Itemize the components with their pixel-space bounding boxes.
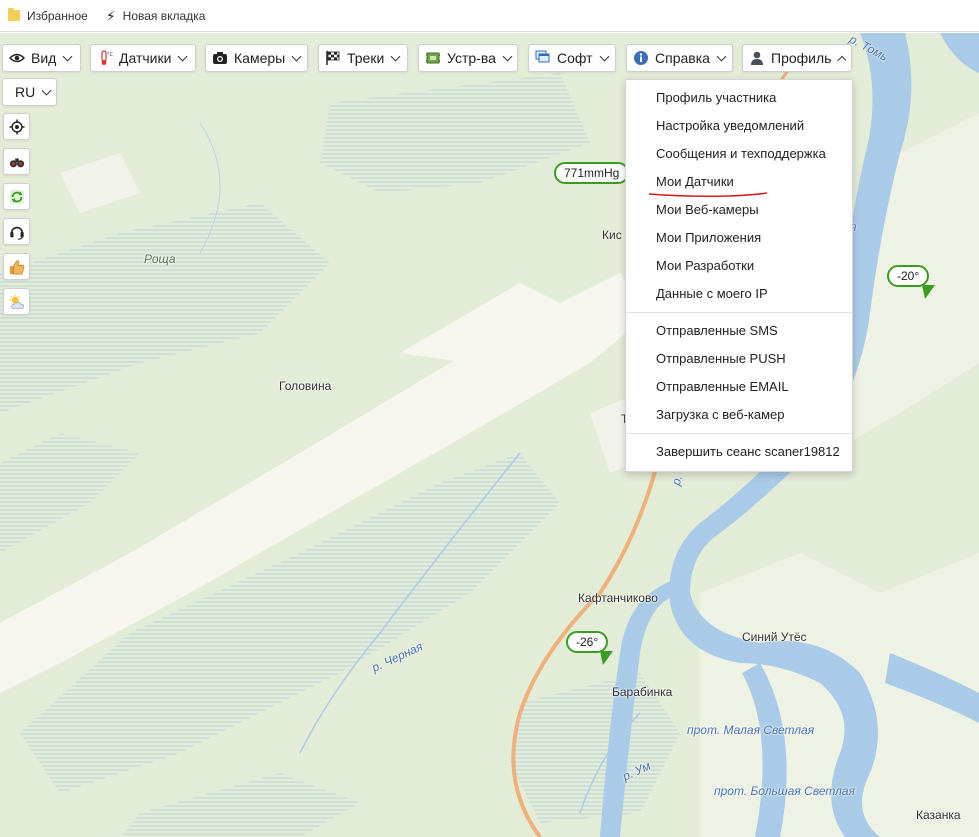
temperature-marker-east-value: -20°: [897, 269, 920, 283]
map-label-bolshaya-svetlaya: прот. Большая Светлая: [714, 784, 855, 798]
refresh-icon: [9, 189, 25, 205]
map-label-malaya-svetlaya: прот. Малая Светлая: [687, 723, 815, 737]
eye-icon: [9, 50, 25, 66]
profile-menu-label: Профиль: [771, 50, 832, 66]
binoculars-icon: [9, 154, 25, 170]
menu-item-my-developments[interactable]: Мои Разработки: [626, 252, 852, 280]
map-label-kazanka: Казанка: [916, 808, 961, 822]
cameras-menu-label: Камеры: [234, 50, 286, 66]
temperature-marker-south[interactable]: -26°: [566, 631, 609, 653]
pressure-marker-value: 771mmHg: [564, 166, 620, 180]
folder-icon: [8, 8, 20, 21]
thumbs-up-icon: [9, 259, 25, 275]
map-label-roscha: Роща: [144, 252, 176, 266]
devices-menu-label: Устр-ва: [447, 50, 496, 66]
device-chip-icon: [425, 50, 441, 66]
view-menu-button[interactable]: Вид: [2, 44, 81, 72]
temperature-marker-east-tail: [922, 285, 935, 299]
chevron-down-icon: [291, 51, 302, 61]
menu-item-my-ip-data[interactable]: Данные с моего IP: [626, 280, 852, 308]
menu-item-notification-settings[interactable]: Настройка уведомлений: [626, 112, 852, 140]
bookmark-new-tab-label: Новая вкладка: [122, 8, 206, 23]
map-label-golovina: Головина: [279, 379, 332, 393]
lightning-icon: ⚡: [105, 7, 116, 24]
chevron-down-icon: [502, 51, 513, 61]
map-label-barabinka: Барабинка: [612, 685, 673, 699]
map-label-kis: Кис: [602, 228, 622, 242]
tracks-menu-button[interactable]: Треки: [318, 44, 408, 72]
bookmark-favorites-label: Избранное: [27, 8, 88, 23]
chevron-down-icon: [41, 85, 52, 95]
checkered-flag-icon: [325, 50, 341, 66]
menu-item-webcam-upload[interactable]: Загрузка с веб-камер: [626, 401, 852, 429]
locate-icon: [8, 118, 25, 135]
pressure-marker[interactable]: 771mmHg: [554, 162, 630, 184]
temperature-marker-south-tail: [600, 651, 613, 665]
profile-menu-button[interactable]: Профиль: [742, 44, 852, 72]
menu-item-logout[interactable]: Завершить сеанс scaner19812: [626, 438, 852, 466]
menu-item-my-sensors-label: Мои Датчики: [656, 174, 734, 189]
svg-text:°C: °C: [107, 52, 113, 58]
menu-item-my-webcams[interactable]: Мои Веб-камеры: [626, 196, 852, 224]
sensors-menu-button[interactable]: °C Датчики: [90, 44, 196, 72]
cameras-menu-button[interactable]: Камеры: [205, 44, 308, 72]
language-select[interactable]: RU: [2, 78, 57, 106]
profile-dropdown-menu: Профиль участника Настройка уведомлений …: [625, 79, 853, 472]
menu-item-sent-email[interactable]: Отправленные EMAIL: [626, 373, 852, 401]
help-menu-button[interactable]: Справка: [626, 44, 733, 72]
support-button[interactable]: [3, 218, 30, 245]
chevron-down-icon: [599, 51, 609, 61]
info-icon: [633, 50, 649, 66]
menu-item-member-profile[interactable]: Профиль участника: [626, 84, 852, 112]
bookmark-favorites[interactable]: Избранное: [8, 8, 88, 23]
bookmarks-bar: Избранное ⚡ Новая вкладка: [0, 0, 979, 32]
refresh-button[interactable]: [3, 183, 30, 210]
tracks-menu-label: Треки: [347, 50, 385, 66]
menu-item-sent-sms[interactable]: Отправленные SMS: [626, 317, 852, 345]
weather-icon: [8, 293, 25, 310]
chevron-down-icon: [177, 51, 188, 61]
map-label-siniy-utes: Синий Утёс: [742, 630, 807, 644]
menu-item-sent-push[interactable]: Отправленные PUSH: [626, 345, 852, 373]
software-menu-button[interactable]: Софт: [528, 44, 616, 72]
language-select-value: RU: [15, 84, 36, 100]
menu-item-messages-support[interactable]: Сообщения и техподдержка: [626, 140, 852, 168]
map-label-kaftanchikovo: Кафтанчиково: [578, 591, 658, 605]
help-menu-label: Справка: [655, 50, 710, 66]
camera-icon: [212, 50, 228, 66]
menu-divider: [626, 312, 852, 313]
locate-button[interactable]: [3, 113, 30, 140]
chevron-up-icon: [837, 55, 847, 65]
menu-item-my-sensors[interactable]: Мои Датчики: [626, 168, 852, 198]
menu-item-my-apps[interactable]: Мои Приложения: [626, 224, 852, 252]
user-icon: [749, 50, 765, 66]
binoculars-button[interactable]: [3, 148, 30, 175]
temperature-marker-south-value: -26°: [576, 635, 599, 649]
chevron-down-icon: [390, 51, 401, 61]
thermometer-icon: °C: [97, 50, 113, 66]
software-menu-label: Софт: [557, 50, 593, 66]
sensors-menu-label: Датчики: [119, 50, 172, 66]
temperature-marker-east[interactable]: -20°: [887, 265, 930, 287]
bookmark-new-tab[interactable]: ⚡ Новая вкладка: [106, 9, 206, 23]
headset-icon: [9, 224, 25, 240]
chevron-down-icon: [716, 51, 727, 61]
devices-menu-button[interactable]: Устр-ва: [418, 44, 518, 72]
menu-divider: [626, 433, 852, 434]
view-menu-label: Вид: [31, 50, 57, 66]
windows-stack-icon: [535, 50, 551, 66]
weather-button[interactable]: [3, 288, 30, 315]
chevron-down-icon: [62, 51, 73, 61]
like-button[interactable]: [3, 253, 30, 280]
